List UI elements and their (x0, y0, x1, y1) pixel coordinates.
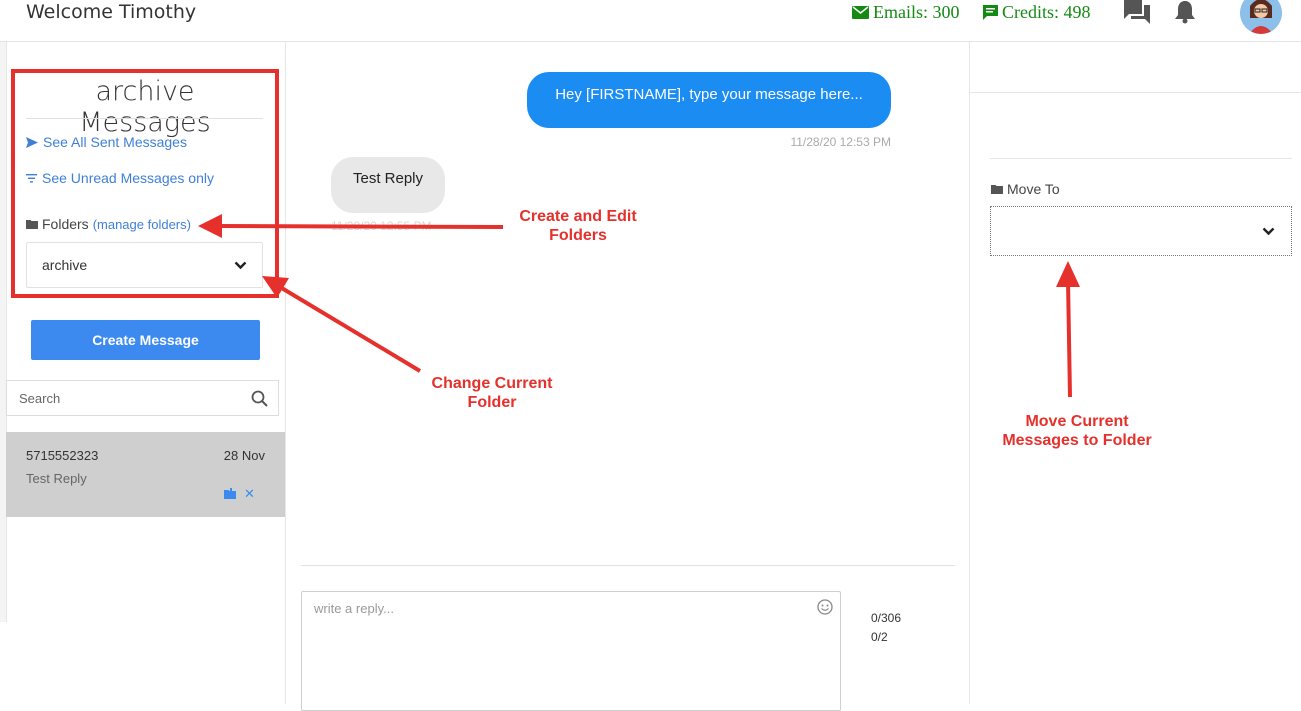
move-to-label: Move To (1007, 181, 1060, 197)
search-icon[interactable] (251, 390, 268, 407)
search-input[interactable]: Search (6, 380, 279, 416)
reply-placeholder: write a reply... (314, 601, 394, 616)
forum-icon[interactable] (1124, 0, 1150, 24)
annotation-move-messages: Move Current Messages to Folder (1002, 413, 1152, 449)
reply-input[interactable]: write a reply... (301, 591, 841, 711)
delete-icon[interactable]: ✕ (244, 486, 255, 502)
right-divider-top (970, 92, 1301, 93)
credits-count[interactable]: Credits: 498 (983, 2, 1091, 23)
conversation-divider (301, 565, 955, 566)
incoming-timestamp: 11/28/20 12:55 PM (331, 219, 432, 233)
move-folder-icon[interactable] (224, 488, 236, 499)
emoji-icon[interactable] (817, 599, 833, 615)
folder-icon (991, 185, 1003, 194)
outgoing-message-bubble: Hey [FIRSTNAME], type your message here.… (527, 72, 891, 128)
segment-counter: 0/2 (871, 630, 888, 644)
emails-label: Emails: 300 (873, 2, 960, 22)
arrow-change-folder (278, 285, 422, 373)
move-to-heading: Move To (991, 181, 1060, 197)
message-list-item[interactable]: 5715552323 28 Nov Test Reply ✕ (6, 432, 285, 517)
move-to-select[interactable] (990, 206, 1292, 256)
outgoing-timestamp: 11/28/20 12:53 PM (790, 135, 891, 149)
message-date: 28 Nov (223, 448, 265, 463)
incoming-message-bubble: Test Reply (331, 157, 445, 213)
chevron-down-icon (1262, 227, 1275, 235)
credits-label: Credits: 498 (1002, 2, 1091, 22)
character-counter: 0/306 (871, 611, 902, 625)
welcome-text: Welcome Timothy (26, 1, 197, 23)
message-phone: 5715552323 (26, 448, 99, 463)
bell-icon[interactable] (1173, 0, 1197, 24)
right-panel (969, 42, 1301, 704)
right-divider (990, 158, 1292, 159)
emails-count[interactable]: Emails: 300 (852, 2, 960, 23)
create-message-button[interactable]: Create Message (31, 320, 260, 360)
message-icon (983, 5, 998, 20)
highlight-box (11, 69, 279, 298)
annotation-create-edit-folders: Create and Edit Folders (519, 208, 637, 244)
search-placeholder: Search (19, 390, 61, 406)
message-preview: Test Reply (26, 471, 87, 486)
envelope-icon (852, 6, 869, 19)
annotation-change-current-folder: Change Current Folder (431, 375, 553, 411)
